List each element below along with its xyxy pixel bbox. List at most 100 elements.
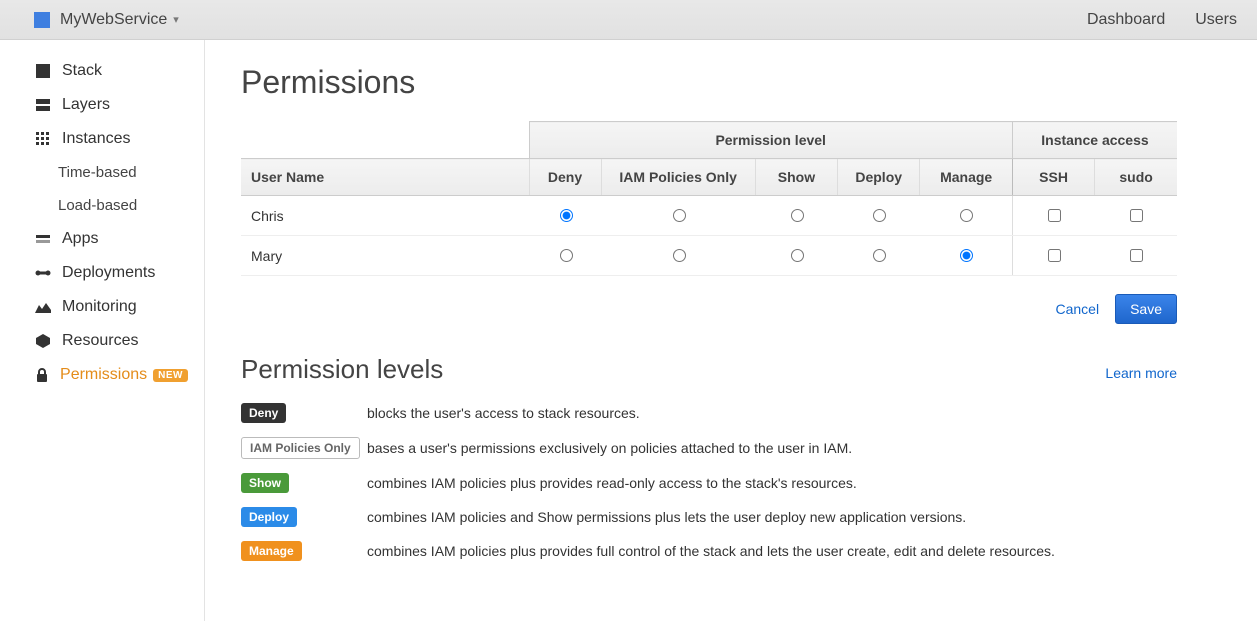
perm-radio[interactable] — [791, 249, 804, 262]
sidebar-item-time-based[interactable]: Time-based — [0, 156, 204, 189]
perm-radio[interactable] — [873, 209, 886, 222]
cell-perm — [755, 196, 837, 236]
permission-levels-list: Deny blocks the user's access to stack re… — [241, 403, 1177, 561]
sidebar-item-load-based[interactable]: Load-based — [0, 189, 204, 222]
level-row-show: Show combines IAM policies plus provides … — [241, 473, 1177, 493]
level-row-iam: IAM Policies Only bases a user's permissi… — [241, 437, 1177, 459]
learn-more-link[interactable]: Learn more — [1105, 365, 1177, 381]
col-deploy: Deploy — [838, 159, 920, 196]
perm-radio[interactable] — [960, 249, 973, 262]
level-pill-manage: Manage — [241, 541, 302, 561]
ssh-checkbox[interactable] — [1048, 249, 1061, 262]
service-name-label: MyWebService — [60, 11, 167, 29]
service-selector[interactable]: MyWebService ▾ — [60, 11, 179, 29]
col-ssh: SSH — [1012, 159, 1094, 196]
nav-dashboard[interactable]: Dashboard — [1087, 11, 1165, 29]
sidebar-item-monitoring[interactable]: Monitoring — [0, 290, 204, 324]
new-badge: NEW — [153, 369, 188, 382]
cell-perm — [920, 196, 1013, 236]
sidebar-item-layers[interactable]: Layers — [0, 88, 204, 122]
sidebar-label-time-based: Time-based — [58, 164, 137, 181]
perm-radio[interactable] — [673, 249, 686, 262]
table-row: Chris — [241, 196, 1177, 236]
resources-icon — [34, 333, 52, 349]
perm-radio[interactable] — [960, 209, 973, 222]
sidebar-label-permissions: Permissions — [60, 366, 147, 384]
level-pill-deny: Deny — [241, 403, 286, 423]
sidebar-label-layers: Layers — [62, 96, 110, 114]
cell-perm — [529, 196, 601, 236]
cell-access — [1012, 196, 1094, 236]
col-iam: IAM Policies Only — [601, 159, 755, 196]
table-group-instance-access: Instance access — [1012, 122, 1177, 159]
nav-users[interactable]: Users — [1195, 11, 1237, 29]
sidebar-label-load-based: Load-based — [58, 197, 137, 214]
sidebar-label-instances: Instances — [62, 130, 130, 148]
content: Permissions Permission level Instance ac… — [205, 40, 1257, 621]
level-pill-deploy: Deploy — [241, 507, 297, 527]
lock-icon — [34, 367, 50, 383]
topbar: MyWebService ▾ Dashboard Users — [0, 0, 1257, 40]
col-sudo: sudo — [1095, 159, 1177, 196]
level-pill-show: Show — [241, 473, 289, 493]
perm-radio[interactable] — [673, 209, 686, 222]
cell-perm — [920, 236, 1013, 276]
col-user-name: User Name — [241, 159, 529, 196]
sidebar-label-resources: Resources — [62, 332, 138, 350]
cell-perm — [838, 196, 920, 236]
ssh-checkbox[interactable] — [1048, 209, 1061, 222]
cell-perm — [838, 236, 920, 276]
table-header-empty — [241, 122, 529, 159]
actions-row: Cancel Save — [241, 294, 1177, 324]
deployments-icon — [34, 265, 52, 281]
cell-perm — [601, 236, 755, 276]
section-title-levels: Permission levels — [241, 354, 443, 385]
sidebar-label-deployments: Deployments — [62, 264, 155, 282]
level-desc-manage: combines IAM policies plus provides full… — [367, 543, 1055, 559]
cancel-link[interactable]: Cancel — [1055, 301, 1099, 317]
sidebar-item-apps[interactable]: Apps — [0, 222, 204, 256]
sidebar-label-monitoring: Monitoring — [62, 298, 137, 316]
brand-square-icon — [34, 12, 50, 28]
cell-user-name: Mary — [241, 236, 529, 276]
instances-icon — [34, 131, 52, 147]
col-show: Show — [755, 159, 837, 196]
level-desc-show: combines IAM policies plus provides read… — [367, 475, 857, 491]
sudo-checkbox[interactable] — [1130, 209, 1143, 222]
level-row-deny: Deny blocks the user's access to stack re… — [241, 403, 1177, 423]
perm-radio[interactable] — [873, 249, 886, 262]
table-group-permission-level: Permission level — [529, 122, 1012, 159]
layers-icon — [34, 97, 52, 113]
cell-user-name: Chris — [241, 196, 529, 236]
level-desc-iam: bases a user's permissions exclusively o… — [367, 440, 852, 456]
cell-perm — [529, 236, 601, 276]
cell-access — [1095, 236, 1177, 276]
perm-radio[interactable] — [560, 249, 573, 262]
cell-access — [1012, 236, 1094, 276]
sidebar-item-permissions[interactable]: Permissions NEW — [0, 358, 204, 392]
level-row-manage: Manage combines IAM policies plus provide… — [241, 541, 1177, 561]
permissions-table: Permission level Instance access User Na… — [241, 121, 1177, 276]
cell-perm — [755, 236, 837, 276]
col-deny: Deny — [529, 159, 601, 196]
stack-icon — [34, 63, 52, 79]
sidebar: Stack Layers Instances Time-based Load-b… — [0, 40, 205, 621]
sudo-checkbox[interactable] — [1130, 249, 1143, 262]
level-desc-deploy: combines IAM policies and Show permissio… — [367, 509, 966, 525]
sidebar-item-instances[interactable]: Instances — [0, 122, 204, 156]
sidebar-label-apps: Apps — [62, 230, 98, 248]
cell-perm — [601, 196, 755, 236]
perm-radio[interactable] — [560, 209, 573, 222]
sidebar-item-stack[interactable]: Stack — [0, 54, 204, 88]
table-row: Mary — [241, 236, 1177, 276]
level-pill-iam: IAM Policies Only — [241, 437, 360, 459]
apps-icon — [34, 231, 52, 247]
perm-radio[interactable] — [791, 209, 804, 222]
col-manage: Manage — [920, 159, 1013, 196]
save-button[interactable]: Save — [1115, 294, 1177, 324]
sidebar-item-resources[interactable]: Resources — [0, 324, 204, 358]
cell-access — [1095, 196, 1177, 236]
sidebar-item-deployments[interactable]: Deployments — [0, 256, 204, 290]
level-desc-deny: blocks the user's access to stack resour… — [367, 405, 640, 421]
monitoring-icon — [34, 299, 52, 315]
